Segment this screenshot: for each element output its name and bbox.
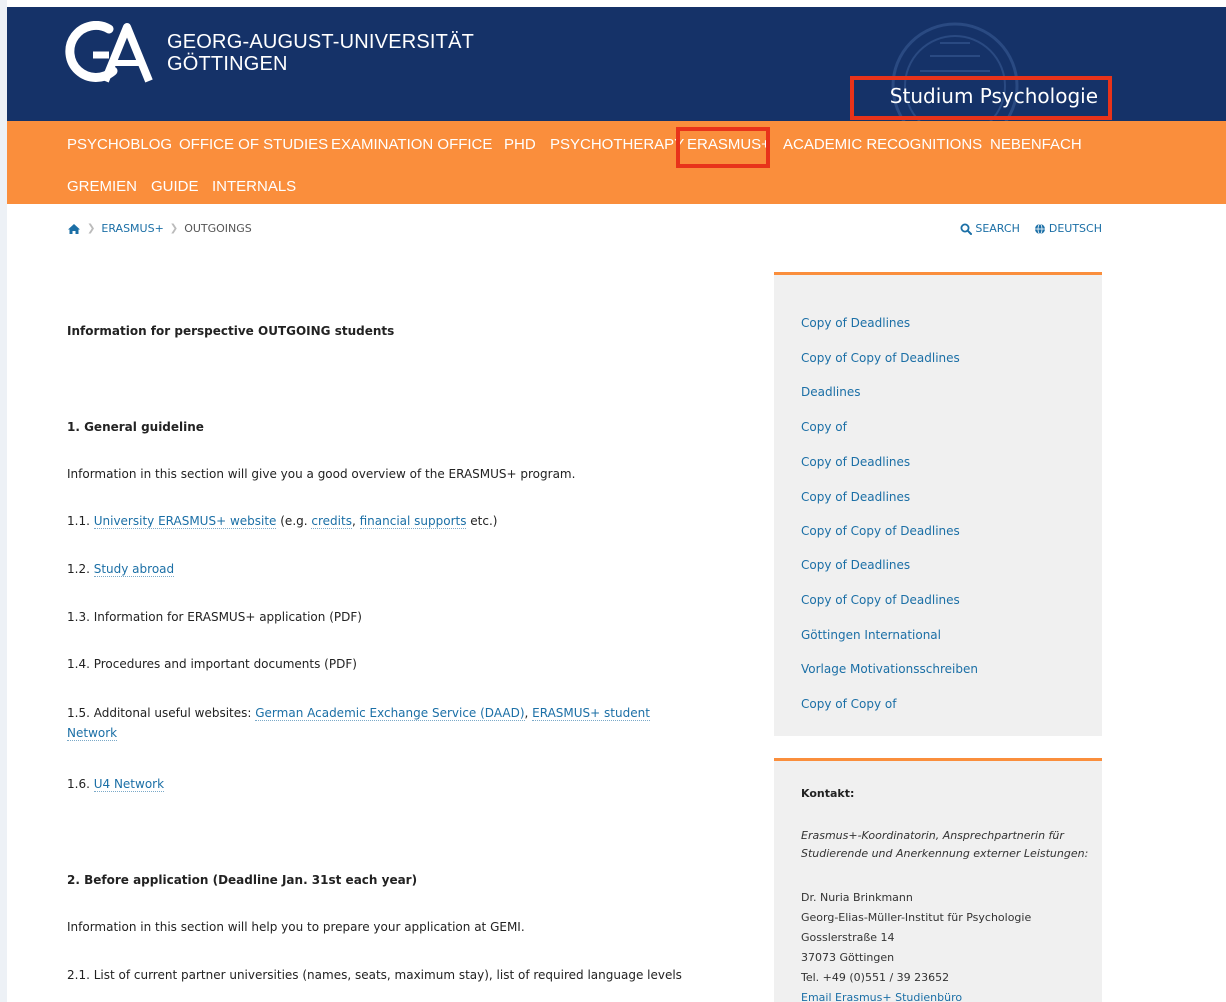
erasmus-student-network-link-line2[interactable]: Network [67,726,118,741]
nav-item-nebenfach[interactable]: NEBENFACH [990,136,1082,154]
contact-city: 37073 Göttingen [801,951,895,964]
item-1-1-prefix: 1.1. [67,514,94,528]
item-1-3: 1.3. Information for ERASMUS+ applicatio… [67,610,362,624]
sidebar-links-box: Copy of Deadlines Copy of Copy of Deadli… [774,272,1102,736]
search-link[interactable]: SEARCH [960,222,1020,235]
nav-item-academic-recognitions[interactable]: ACADEMIC RECOGNITIONS [783,136,982,154]
contact-title: Kontakt: [801,787,855,800]
contact-box: Kontakt: Erasmus+-Koordinatorin, Ansprec… [774,758,1102,1002]
sidebar-link[interactable]: Copy of Copy of Deadlines [801,524,960,538]
financial-supports-link[interactable]: financial supports [359,514,467,529]
breadcrumb-current: OUTGOINGS [184,222,252,235]
active-nav-highlight [676,127,770,168]
university-name-line2: GÖTTINGEN [167,53,288,75]
contact-street: Gosslerstraße 14 [801,931,895,944]
nav-item-office-of-studies[interactable]: OFFICE OF STUDIES [179,136,328,154]
item-1-1-suffix: etc.) [466,514,498,528]
university-logo-icon[interactable] [65,21,157,85]
nav-item-examination-office[interactable]: EXAMINATION OFFICE [331,136,492,154]
item-1-5: 1.5. Additonal useful websites: German A… [67,703,727,743]
sidebar-link[interactable]: Copy of [801,420,847,434]
credits-link[interactable]: credits [311,514,352,529]
sidebar-link[interactable]: Deadlines [801,385,861,399]
search-icon [960,223,973,235]
sidebar-link[interactable]: Göttingen International [801,628,941,642]
nav-item-guide[interactable]: GUIDE [151,178,199,196]
item-1-5-comma: , [524,706,533,720]
globe-icon [1034,223,1045,234]
home-icon[interactable] [67,223,81,235]
nav-item-gremien[interactable]: GREMIEN [67,178,137,196]
sidebar-link[interactable]: Copy of Deadlines [801,558,910,572]
sidebar-link[interactable]: Copy of Copy of Deadlines [801,351,960,365]
section-2-heading: 2. Before application (Deadline Jan. 31s… [67,873,418,887]
sidebar-link[interactable]: Copy of Copy of Deadlines [801,593,960,607]
nav-item-phd[interactable]: PHD [504,136,536,154]
university-erasmus-website-link[interactable]: University ERASMUS+ website [93,514,277,529]
intro-heading: Information for perspective OUTGOING stu… [67,324,395,338]
study-abroad-link[interactable]: Study abroad [93,562,175,577]
item-1-1: 1.1. University ERASMUS+ website (e.g. c… [67,511,727,531]
language-switch-link[interactable]: DEUTSCH [1034,222,1102,235]
main-navigation: PSYCHOBLOG OFFICE OF STUDIES EXAMINATION… [7,121,1226,204]
item-1-4: 1.4. Procedures and important documents … [67,657,357,671]
u4-network-link[interactable]: U4 Network [93,777,165,792]
breadcrumb-erasmus[interactable]: ERASMUS+ [101,222,163,235]
university-name-line1: GEORG-AUGUST-UNIVERSITÄT [167,31,475,53]
section-1-heading: 1. General guideline [67,420,204,434]
nav-item-psychotherapy[interactable]: PSYCHOTHERAPY [550,136,684,154]
daad-link[interactable]: German Academic Exchange Service (DAAD) [255,706,525,721]
sidebar-link[interactable]: Copy of Copy of [801,697,896,711]
item-1-5-prefix: 1.5. Additonal useful websites: [67,706,256,720]
sidebar-link[interactable]: Copy of Deadlines [801,316,910,330]
page: GEORG-AUGUST-UNIVERSITÄT GÖTTINGEN Studi… [7,7,1226,1002]
item-2-1: 2.1. List of current partner universitie… [67,968,682,982]
site-header: GEORG-AUGUST-UNIVERSITÄT GÖTTINGEN Studi… [7,7,1226,121]
chevron-right-icon: ❯ [87,223,96,234]
item-1-2: 1.2. Study abroad [67,559,727,579]
window-left-edge [0,0,7,1002]
sidebar-link[interactable]: Vorlage Motivationsschreiben [801,662,978,676]
nav-item-psychoblog[interactable]: PSYCHOBLOG [67,136,172,154]
item-1-1-mid: (e.g. [276,514,312,528]
chevron-right-icon: ❯ [169,223,179,234]
site-title[interactable]: Studium Psychologie [890,84,1098,108]
university-name[interactable]: GEORG-AUGUST-UNIVERSITÄT GÖTTINGEN [167,31,474,75]
item-1-2-prefix: 1.2. [67,562,94,576]
item-1-6: 1.6. U4 Network [67,774,727,794]
search-label: SEARCH [975,222,1020,235]
contact-name: Dr. Nuria Brinkmann [801,891,913,904]
item-1-1-comma: , [351,514,360,528]
contact-institute: Georg-Elias-Müller-Institut für Psycholo… [801,911,1032,924]
nav-item-internals[interactable]: INTERNALS [212,178,296,196]
sidebar-link[interactable]: Copy of Deadlines [801,455,910,469]
site-title-highlight: Studium Psychologie [850,76,1112,120]
breadcrumb: ❯ ERASMUS+ ❯ OUTGOINGS [67,222,252,235]
sidebar-link[interactable]: Copy of Deadlines [801,490,910,504]
contact-role: Erasmus+-Koordinatorin, Ansprechpartneri… [801,829,1089,860]
item-1-6-prefix: 1.6. [67,777,94,791]
section-2-description: Information in this section will help yo… [67,920,525,934]
section-1-description: Information in this section will give yo… [67,467,576,481]
contact-email-link[interactable]: Email Erasmus+ Studienbüro [801,991,962,1002]
contact-phone: Tel. +49 (0)551 / 39 23652 [801,971,950,984]
header-tools: SEARCH DEUTSCH [960,222,1102,235]
erasmus-student-network-link-line1[interactable]: ERASMUS+ student [532,706,650,721]
language-label: DEUTSCH [1048,222,1102,235]
